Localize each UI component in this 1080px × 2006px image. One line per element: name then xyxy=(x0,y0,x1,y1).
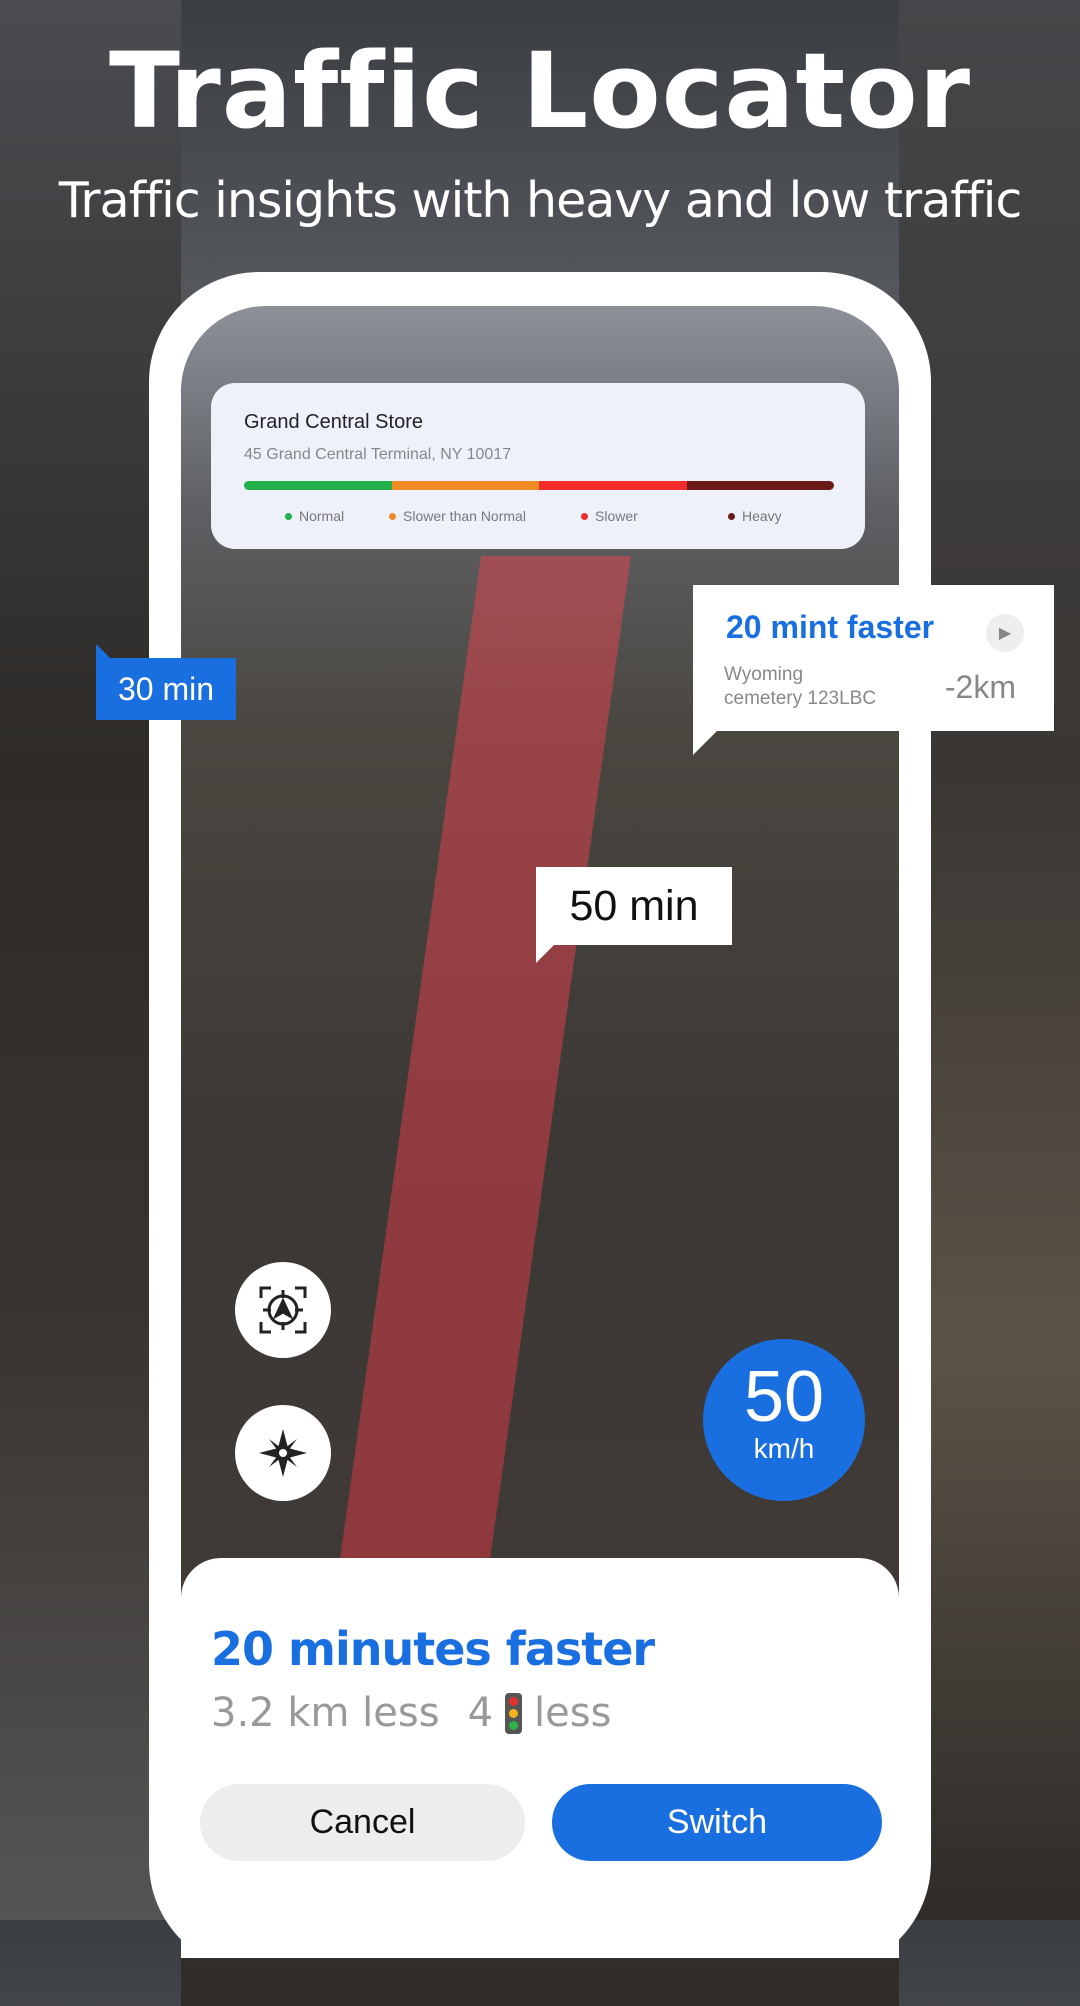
dot-icon xyxy=(285,512,292,520)
dot-icon xyxy=(728,512,735,520)
bar-slower xyxy=(539,481,687,490)
lights-count: 4 xyxy=(467,1690,494,1736)
compass-icon xyxy=(259,1429,307,1477)
callout-place: Wyoming cemetery 123LBC xyxy=(724,663,876,711)
callout-distance: -2km xyxy=(944,669,1016,705)
cancel-button[interactable]: Cancel xyxy=(200,1784,525,1861)
compass-button[interactable] xyxy=(235,1405,331,1501)
legend-slower: Slower xyxy=(581,508,638,524)
dot-icon xyxy=(581,512,588,520)
traffic-light-icon xyxy=(505,1692,523,1734)
lights-less: less xyxy=(534,1690,612,1736)
place-line: cemetery 123LBC xyxy=(724,688,877,709)
alternate-route-callout[interactable]: 20 mint faster ▶ Wyoming cemetery 123LBC … xyxy=(693,585,1054,755)
locate-icon xyxy=(259,1286,307,1334)
legend-heavy: Heavy xyxy=(728,508,782,524)
legend-slower-than-normal: Slower than Normal xyxy=(389,508,526,524)
speed-unit: km/h xyxy=(753,1433,815,1464)
bar-slower-than-normal xyxy=(391,481,539,490)
route-headline: 20 minutes faster xyxy=(211,1622,655,1676)
page-subtitle: Traffic insights with heavy and low traf… xyxy=(58,172,1023,229)
location-address: 45 Grand Central Terminal, NY 10017 xyxy=(244,446,512,463)
time-tag-50: 50 min xyxy=(536,867,732,963)
distance-less: 3.2 km less xyxy=(211,1690,440,1736)
bar-heavy xyxy=(686,481,834,490)
legend-label: Slower than Normal xyxy=(403,508,526,524)
page-title: Traffic Locator xyxy=(109,30,971,152)
legend-label: Slower xyxy=(595,508,638,524)
callout-title: 20 mint faster xyxy=(726,609,935,645)
route-bottom-sheet xyxy=(181,1558,899,1958)
legend-label: Heavy xyxy=(742,508,782,524)
speed-value: 50 xyxy=(743,1357,825,1437)
switch-button[interactable]: Switch xyxy=(552,1784,882,1861)
legend-normal: Normal xyxy=(285,508,344,524)
locate-button[interactable] xyxy=(235,1262,331,1358)
bar-normal xyxy=(244,481,392,490)
play-icon[interactable]: ▶ xyxy=(986,614,1024,652)
location-name: Grand Central Store xyxy=(244,411,423,433)
time-tag-30: 30 min xyxy=(96,644,236,720)
speed-indicator: 50 km/h xyxy=(703,1339,865,1501)
route-savings: 3.2 km less 4 less xyxy=(211,1690,611,1736)
dot-icon xyxy=(389,512,396,520)
legend-label: Normal xyxy=(299,508,345,524)
location-card[interactable]: Grand Central Store 45 Grand Central Ter… xyxy=(211,383,865,549)
traffic-bar xyxy=(244,481,834,490)
place-line: Wyoming xyxy=(724,664,804,685)
